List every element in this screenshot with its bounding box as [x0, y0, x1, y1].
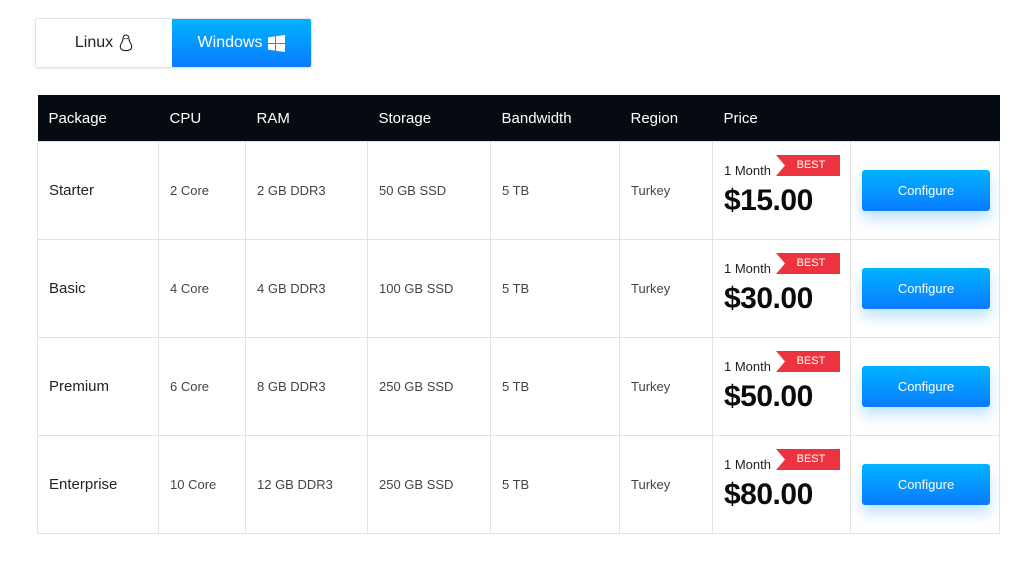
price-block: 1 Month BEST $50.00	[724, 351, 850, 414]
cpu-value: 10 Core	[158, 435, 246, 534]
region-value: Turkey	[619, 337, 713, 436]
configure-button[interactable]: Configure	[862, 268, 990, 309]
header-package: Package	[37, 95, 159, 142]
linux-penguin-icon	[119, 34, 133, 52]
linux-tab-label: Linux	[74, 34, 114, 51]
storage-value: 50 GB SSD	[367, 141, 491, 240]
ram-value: 12 GB DDR3	[245, 435, 368, 534]
table-header-row: Package CPU RAM Storage Bandwidth Region…	[37, 95, 1000, 142]
price-cell: 1 Month BEST $80.00	[712, 435, 851, 534]
cpu-value: 2 Core	[158, 141, 246, 240]
table-row: Premium 6 Core 8 GB DDR3 250 GB SSD 5 TB Turk…	[37, 337, 1000, 436]
bandwidth-value: 5 TB	[490, 239, 620, 338]
billing-period: 1 Month	[724, 261, 771, 276]
region-value: Turkey	[619, 141, 713, 240]
header-storage: Storage	[367, 95, 491, 142]
price-cell: 1 Month BEST $15.00	[712, 141, 851, 240]
price-amount: $15.00	[724, 184, 813, 217]
table-row: Basic 4 Core 4 GB DDR3 100 GB SSD 5 TB Turkey…	[37, 239, 1000, 338]
header-bandwidth: Bandwidth	[490, 95, 620, 142]
action-cell: Configure	[850, 239, 1000, 338]
billing-period: 1 Month	[724, 457, 771, 472]
best-badge: BEST	[776, 253, 840, 274]
best-badge: BEST	[776, 449, 840, 470]
configure-button[interactable]: Configure	[862, 366, 990, 407]
package-name: Premium	[37, 337, 159, 436]
storage-value: 100 GB SSD	[367, 239, 491, 338]
package-name: Starter	[37, 141, 159, 240]
package-name: Enterprise	[37, 435, 159, 534]
price-block: 1 Month BEST $15.00	[724, 155, 850, 218]
price-amount: $30.00	[724, 282, 813, 315]
price-amount: $50.00	[724, 380, 813, 413]
header-ram: RAM	[245, 95, 368, 142]
ram-value: 2 GB DDR3	[245, 141, 368, 240]
best-badge: BEST	[776, 155, 840, 176]
price-block: 1 Month BEST $80.00	[724, 449, 850, 512]
region-value: Turkey	[619, 239, 713, 338]
billing-period: 1 Month	[724, 163, 771, 178]
ram-value: 4 GB DDR3	[245, 239, 368, 338]
windows-tab[interactable]: Windows	[172, 19, 311, 67]
best-badge: BEST	[776, 351, 840, 372]
price-amount: $80.00	[724, 478, 813, 511]
bandwidth-value: 5 TB	[490, 337, 620, 436]
header-region: Region	[619, 95, 713, 142]
action-cell: Configure	[850, 141, 1000, 240]
action-cell: Configure	[850, 435, 1000, 534]
package-name: Basic	[37, 239, 159, 338]
table-row: Starter 2 Core 2 GB DDR3 50 GB SSD 5 TB Turke…	[37, 141, 1000, 240]
action-cell: Configure	[850, 337, 1000, 436]
storage-value: 250 GB SSD	[367, 435, 491, 534]
price-block: 1 Month BEST $30.00	[724, 253, 850, 316]
storage-value: 250 GB SSD	[367, 337, 491, 436]
configure-button[interactable]: Configure	[862, 170, 990, 211]
header-action	[850, 95, 1000, 142]
table-row: Enterprise 10 Core 12 GB DDR3 250 GB SSD 5 T…	[37, 435, 1000, 534]
billing-period: 1 Month	[724, 359, 771, 374]
bandwidth-value: 5 TB	[490, 435, 620, 534]
ram-value: 8 GB DDR3	[245, 337, 368, 436]
header-cpu: CPU	[158, 95, 246, 142]
bandwidth-value: 5 TB	[490, 141, 620, 240]
header-price: Price	[712, 95, 851, 142]
region-value: Turkey	[619, 435, 713, 534]
cpu-value: 6 Core	[158, 337, 246, 436]
price-cell: 1 Month BEST $30.00	[712, 239, 851, 338]
price-cell: 1 Month BEST $50.00	[712, 337, 851, 436]
cpu-value: 4 Core	[158, 239, 246, 338]
linux-tab[interactable]: Linux	[36, 19, 172, 67]
windows-tab-label: Windows	[197, 34, 263, 51]
configure-button[interactable]: Configure	[862, 464, 990, 505]
pricing-table: Package CPU RAM Storage Bandwidth Region…	[37, 95, 1000, 534]
windows-logo-icon	[268, 34, 286, 52]
os-toggle: Linux Windows	[35, 18, 312, 68]
